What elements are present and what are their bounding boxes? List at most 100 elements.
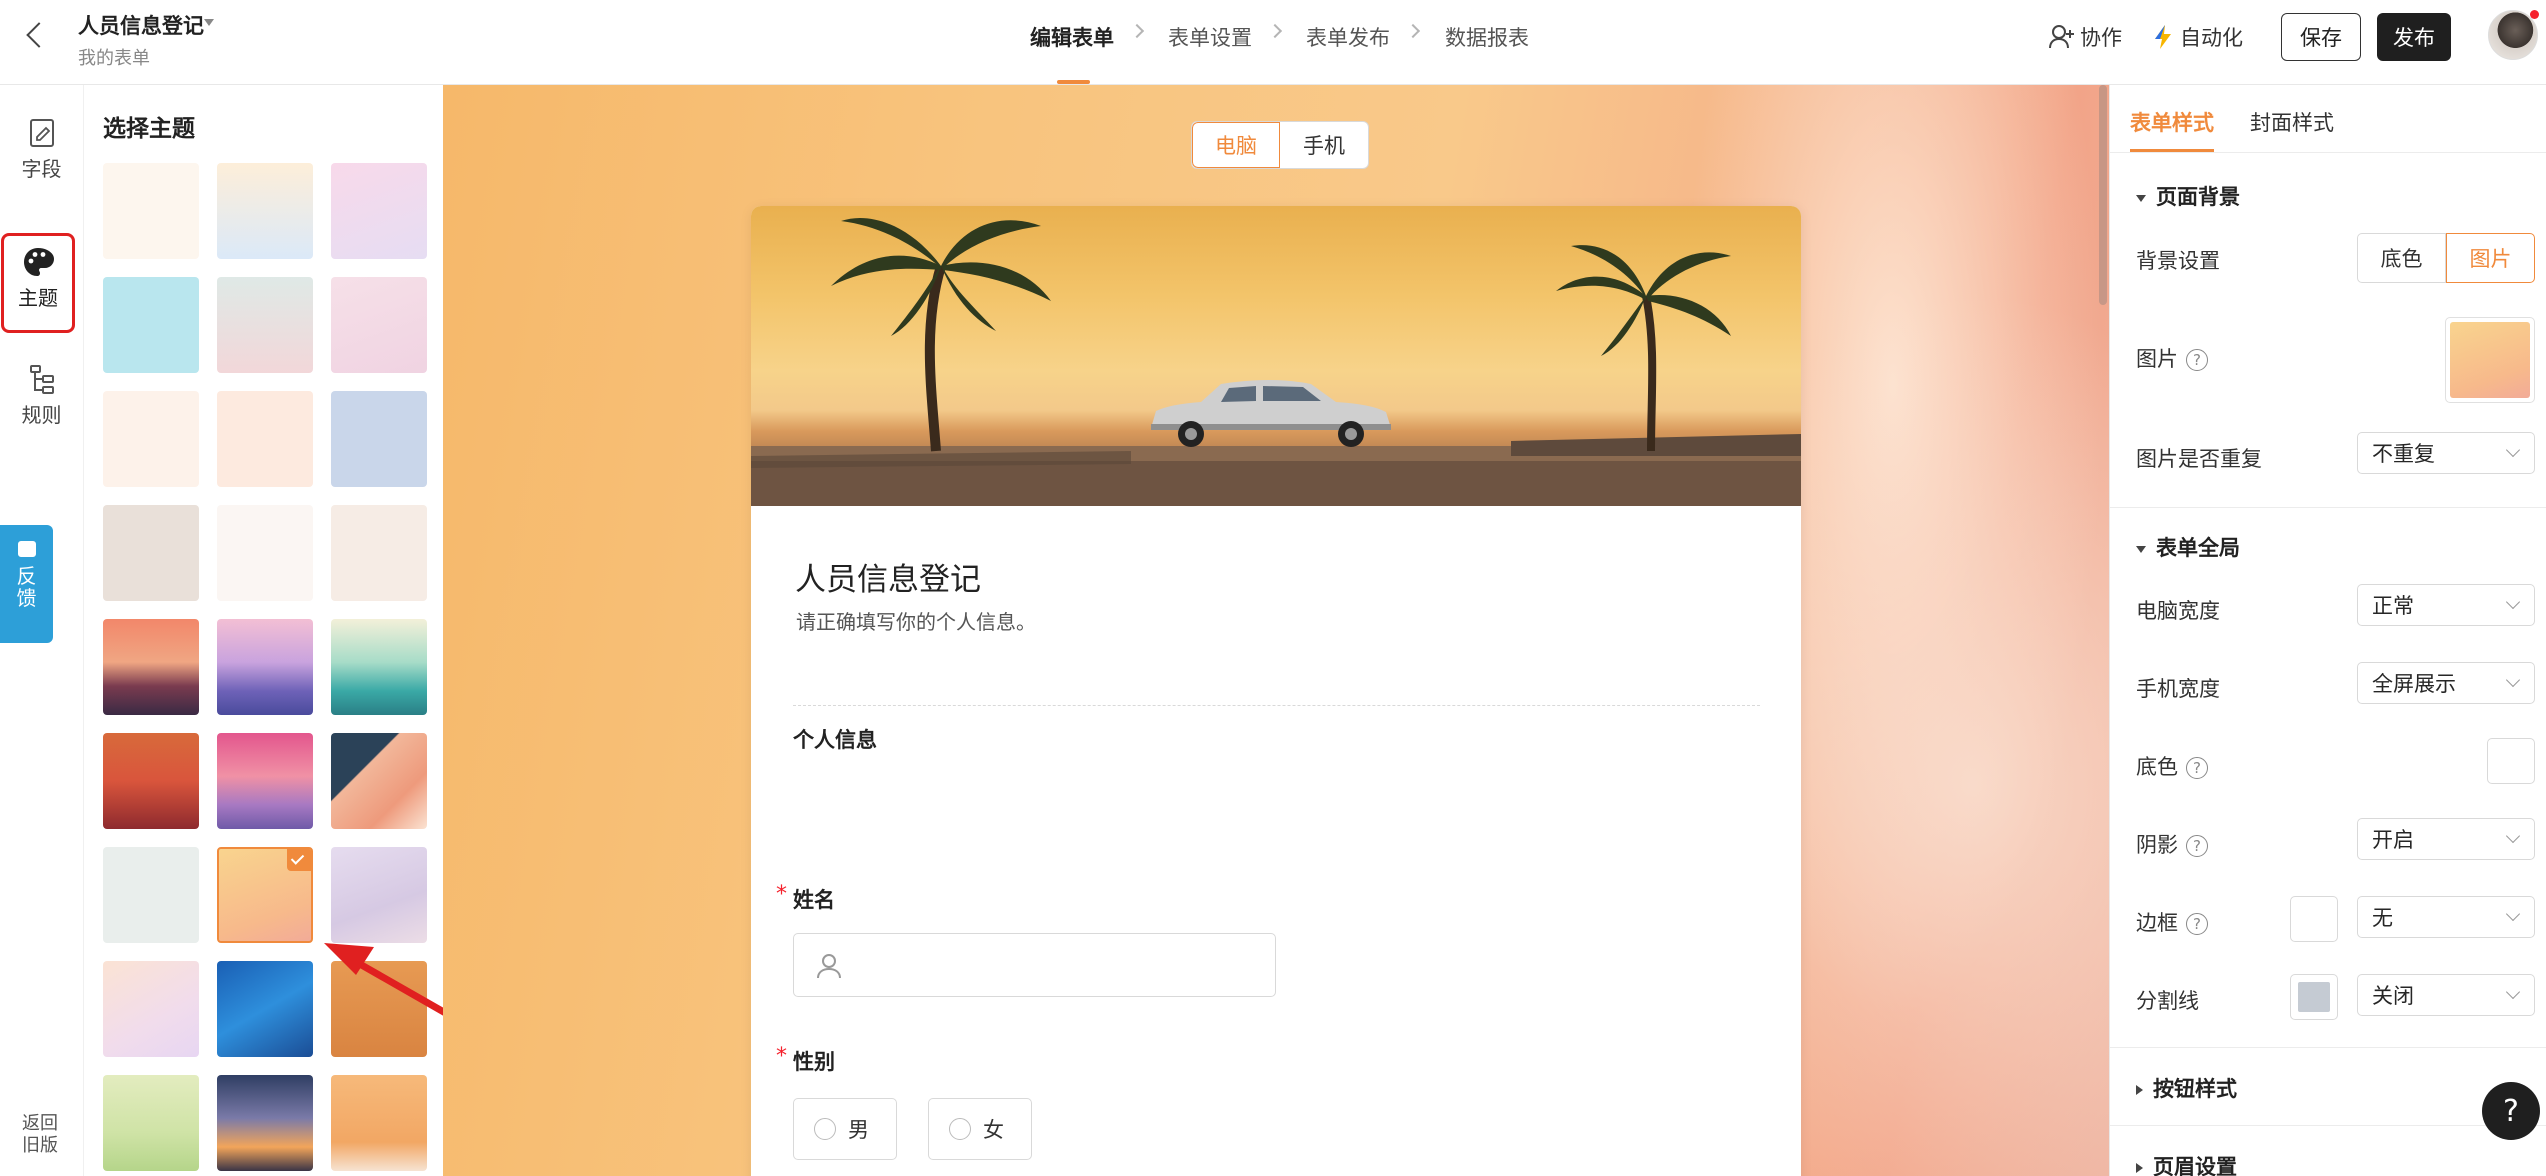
back-to-old-version[interactable]: 返回旧版 [18, 1113, 62, 1157]
help-icon[interactable]: ? [2186, 349, 2208, 371]
gender-option-male[interactable]: 男 [793, 1098, 897, 1160]
shadow-select[interactable]: 开启 [2357, 818, 2535, 860]
section-form-global[interactable]: 表单全局 [2136, 532, 2240, 562]
theme-thumb[interactable] [217, 505, 313, 601]
theme-thumb[interactable] [217, 1075, 313, 1171]
collab-label: 协作 [2080, 26, 2122, 50]
user-icon [817, 954, 841, 979]
gender-label: 性别 [793, 1050, 835, 1074]
rail-theme[interactable]: 主题 [1, 233, 75, 333]
step-form-publish[interactable]: 表单发布 [1306, 22, 1390, 52]
rail-rules[interactable]: 规则 [0, 363, 83, 428]
collab-button[interactable]: 协作 [2048, 22, 2122, 52]
active-step-underline [1057, 80, 1090, 84]
save-button[interactable]: 保存 [2281, 13, 2361, 61]
theme-thumb[interactable] [103, 163, 199, 259]
help-fab[interactable]: ? [2482, 1082, 2540, 1140]
section-button-style[interactable]: 按钮样式 [2136, 1073, 2237, 1103]
automation-button[interactable]: 自动化 [2152, 22, 2243, 52]
bg-option-image[interactable]: 图片 [2446, 233, 2535, 283]
border-label: 边框 [2136, 911, 2178, 935]
form-title[interactable]: 人员信息登记 [78, 10, 204, 40]
chevron-down-icon [2505, 906, 2521, 922]
tab-cover-style[interactable]: 封面样式 [2250, 107, 2334, 137]
chevron-right-icon [1129, 23, 1145, 39]
bg-option-color[interactable]: 底色 [2357, 233, 2446, 283]
help-icon[interactable]: ? [2186, 835, 2208, 857]
theme-thumb[interactable] [331, 277, 427, 373]
theme-thumb[interactable] [331, 163, 427, 259]
title-dropdown-icon[interactable] [204, 19, 214, 26]
theme-thumb[interactable] [217, 619, 313, 715]
theme-thumb[interactable] [331, 391, 427, 487]
theme-thumb[interactable] [103, 619, 199, 715]
rail-fields[interactable]: 字段 [0, 117, 83, 182]
theme-thumb[interactable] [103, 391, 199, 487]
section-page-bg[interactable]: 页面背景 [2136, 181, 2240, 211]
divider-label: 分割线 [2136, 989, 2199, 1013]
shadow-label: 阴影 [2136, 833, 2178, 857]
divider-select[interactable]: 关闭 [2357, 974, 2535, 1016]
pc-width-select[interactable]: 正常 [2357, 584, 2535, 626]
theme-thumb[interactable] [103, 961, 199, 1057]
chevron-right-icon [1267, 23, 1283, 39]
mobile-width-select[interactable]: 全屏展示 [2357, 662, 2535, 704]
theme-thumb[interactable] [331, 1075, 427, 1171]
step-data-report[interactable]: 数据报表 [1445, 22, 1529, 52]
step-form-settings[interactable]: 表单设置 [1168, 22, 1252, 52]
divider-color-fill [2298, 982, 2330, 1012]
back-icon[interactable] [26, 22, 52, 48]
bg-image-preview[interactable] [2445, 317, 2535, 403]
help-icon[interactable]: ? [2186, 913, 2208, 935]
form-description[interactable]: 请正确填写你的个人信息。 [796, 606, 1036, 635]
tab-form-style[interactable]: 表单样式 [2130, 107, 2214, 137]
section-header-settings[interactable]: 页眉设置 [2136, 1151, 2237, 1176]
section-title[interactable]: 个人信息 [793, 724, 877, 754]
publish-button[interactable]: 发布 [2377, 13, 2451, 61]
theme-thumb[interactable] [217, 391, 313, 487]
name-input[interactable] [793, 933, 1276, 997]
red-arrow-annotation [324, 943, 443, 1016]
theme-thumb[interactable] [103, 847, 199, 943]
theme-thumb[interactable] [103, 505, 199, 601]
theme-panel: 选择主题 [83, 85, 443, 1176]
top-bar: 人员信息登记 我的表单 编辑表单 表单设置 表单发布 数据报表 协作 自动化 保… [0, 0, 2546, 85]
feedback-button[interactable]: 反馈 [0, 525, 53, 643]
view-tab-pc[interactable]: 电脑 [1192, 122, 1281, 168]
image-repeat-select[interactable]: 不重复 [2357, 432, 2535, 474]
help-icon[interactable]: ? [2186, 757, 2208, 779]
form-heading[interactable]: 人员信息登记 [795, 554, 981, 599]
view-tab-mobile[interactable]: 手机 [1280, 122, 1368, 168]
theme-thumb[interactable] [331, 505, 427, 601]
chevron-down-icon [2505, 594, 2521, 610]
theme-thumb[interactable] [217, 163, 313, 259]
theme-thumb[interactable] [331, 733, 427, 829]
theme-thumb-selected[interactable] [217, 847, 313, 943]
style-panel: 表单样式 封面样式 页面背景 背景设置 底色 图片 图片? 图片是否重复 不重复… [2109, 85, 2546, 1176]
bg-color-label: 底色 [2136, 755, 2178, 779]
radio-icon [814, 1118, 836, 1140]
gender-male-label: 男 [848, 1118, 869, 1142]
theme-thumb[interactable] [217, 277, 313, 373]
theme-thumb[interactable] [103, 1075, 199, 1171]
header-settings-title: 页眉设置 [2153, 1155, 2237, 1176]
theme-thumb[interactable] [217, 961, 313, 1057]
theme-thumb[interactable] [217, 733, 313, 829]
section-divider [2110, 1047, 2546, 1048]
border-color-swatch[interactable] [2290, 896, 2338, 942]
car-icon [1151, 380, 1391, 447]
theme-thumb[interactable] [103, 733, 199, 829]
section-divider [793, 705, 1760, 706]
border-select[interactable]: 无 [2357, 896, 2535, 938]
gender-option-female[interactable]: 女 [928, 1098, 1032, 1160]
bg-color-swatch[interactable] [2487, 738, 2535, 784]
canvas-scrollbar[interactable] [2099, 85, 2107, 305]
view-toggle: 电脑 手机 [1191, 121, 1369, 169]
step-edit-form[interactable]: 编辑表单 [1030, 22, 1114, 52]
mobile-width-value: 全屏展示 [2372, 672, 2456, 696]
divider-color-swatch[interactable] [2290, 974, 2338, 1020]
breadcrumb[interactable]: 我的表单 [78, 44, 150, 70]
theme-thumb[interactable] [103, 277, 199, 373]
selected-check-icon [287, 849, 311, 871]
theme-thumb[interactable] [331, 619, 427, 715]
